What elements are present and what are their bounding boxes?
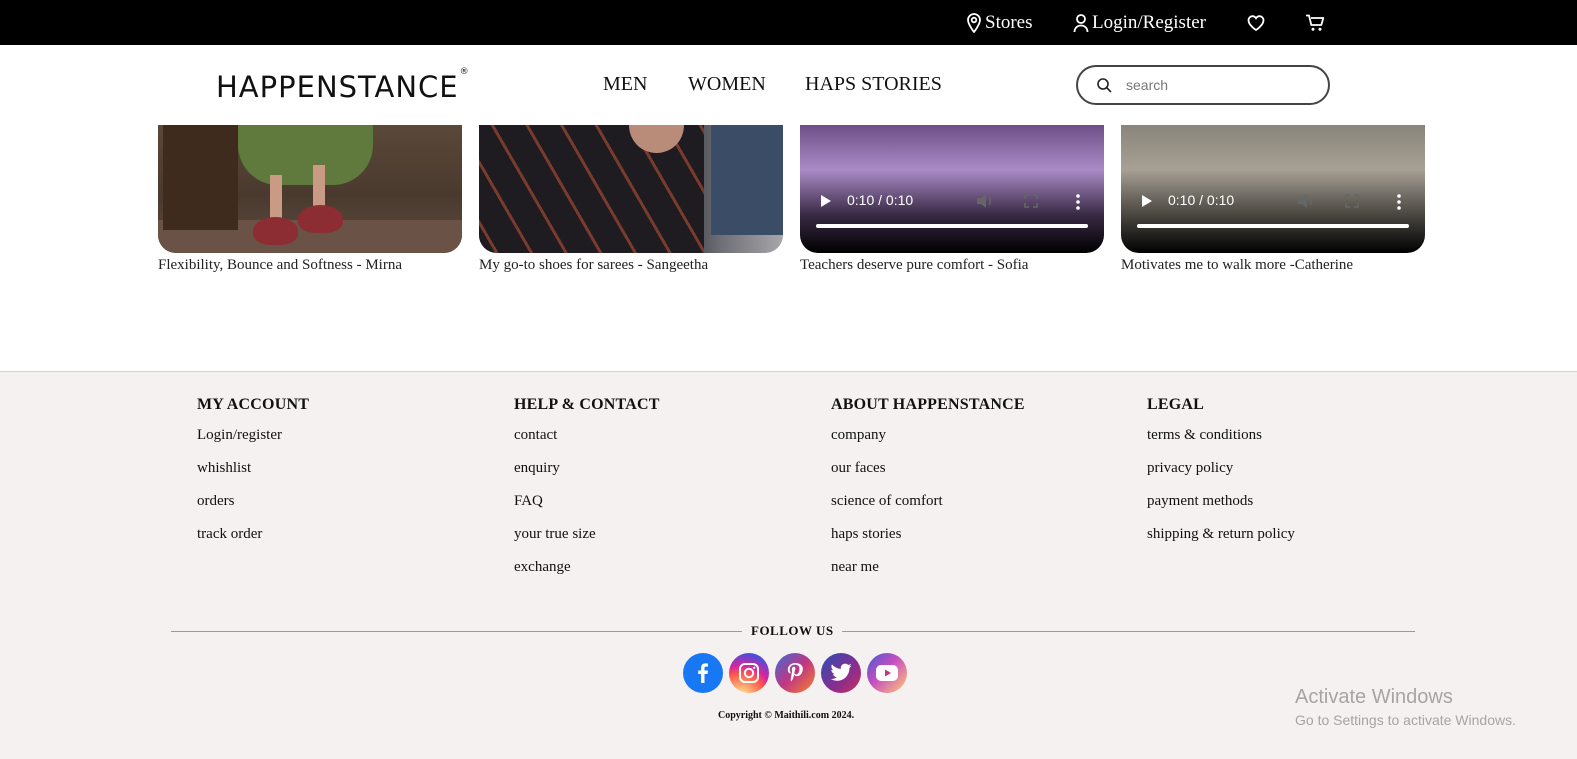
stores-label: Stores bbox=[985, 11, 1033, 33]
video-caption: Flexibility, Bounce and Softness - Mirna bbox=[158, 257, 402, 273]
login-register-label: Login/Register bbox=[1092, 11, 1206, 33]
nav-haps-stories[interactable]: HAPS STORIES bbox=[805, 73, 942, 96]
search-icon[interactable] bbox=[1096, 77, 1112, 93]
play-icon[interactable] bbox=[820, 194, 832, 208]
footer-link-track-order[interactable]: track order bbox=[197, 525, 309, 544]
footer-link-faq[interactable]: FAQ bbox=[514, 492, 660, 511]
nav-women[interactable]: WOMEN bbox=[688, 73, 766, 96]
more-options-icon[interactable] bbox=[1396, 194, 1402, 210]
video-time: 0:10 / 0:10 bbox=[847, 192, 914, 208]
divider bbox=[171, 631, 742, 632]
facebook-icon[interactable] bbox=[683, 653, 723, 693]
footer-link-true-size[interactable]: your true size bbox=[514, 525, 660, 544]
shoe-scene bbox=[298, 205, 343, 233]
footer-column-about: ABOUT HAPPENSTANCE company our faces sci… bbox=[831, 396, 1025, 591]
shoe-scene bbox=[253, 217, 298, 245]
video-tile-sangeetha[interactable] bbox=[479, 125, 783, 253]
search-input[interactable] bbox=[1126, 77, 1306, 93]
video-time: 0:10 / 0:10 bbox=[1168, 192, 1235, 208]
footer-link-orders[interactable]: orders bbox=[197, 492, 309, 511]
nav-men[interactable]: MEN bbox=[603, 73, 647, 96]
footer-heading: HELP & CONTACT bbox=[514, 396, 660, 413]
watermark-title: Activate Windows bbox=[1295, 686, 1453, 708]
instagram-icon[interactable] bbox=[729, 653, 769, 693]
footer-link-payment-methods[interactable]: payment methods bbox=[1147, 492, 1295, 511]
footer-heading: MY ACCOUNT bbox=[197, 396, 310, 413]
twitter-icon[interactable] bbox=[821, 653, 861, 693]
footer-link-shipping-return[interactable]: shipping & return policy bbox=[1147, 525, 1295, 544]
cushion-scene bbox=[711, 125, 783, 235]
video-tile-sofia[interactable]: 0:10 / 0:10 bbox=[800, 125, 1104, 253]
cart-icon bbox=[1306, 14, 1325, 31]
video-progress-bar[interactable] bbox=[816, 224, 1088, 228]
location-pin-icon bbox=[967, 12, 981, 33]
footer-heading: LEGAL bbox=[1147, 396, 1205, 413]
video-tile-mirna[interactable] bbox=[158, 125, 462, 253]
footer-link-haps-stories[interactable]: haps stories bbox=[831, 525, 1025, 544]
video-controls: 0:10 / 0:10 bbox=[800, 183, 1104, 253]
footer-link-terms[interactable]: terms & conditions bbox=[1147, 426, 1295, 445]
site-footer: MY ACCOUNT Login/register whishlist orde… bbox=[0, 371, 1577, 759]
follow-us-label: FOLLOW US bbox=[751, 623, 834, 638]
main-header: HAPPENSTANCE® MEN WOMEN HAPS STORIES bbox=[0, 45, 1577, 125]
logo-text: HAPPENSTANCE bbox=[216, 70, 459, 104]
footer-link-science-of-comfort[interactable]: science of comfort bbox=[831, 492, 1025, 511]
volume-icon[interactable] bbox=[1297, 193, 1315, 209]
video-progress-bar[interactable] bbox=[1137, 224, 1409, 228]
stores-link[interactable]: Stores bbox=[966, 0, 1033, 45]
video-tile-catherine[interactable]: 0:10 / 0:10 bbox=[1121, 125, 1425, 253]
more-options-icon[interactable] bbox=[1075, 194, 1081, 210]
user-icon bbox=[1073, 13, 1089, 32]
heart-icon bbox=[1247, 14, 1265, 31]
footer-link-near-me[interactable]: near me bbox=[831, 558, 1025, 577]
play-icon[interactable] bbox=[1141, 194, 1153, 208]
fullscreen-icon[interactable] bbox=[1345, 194, 1359, 208]
footer-column-my-account: MY ACCOUNT Login/register whishlist orde… bbox=[197, 396, 309, 558]
divider bbox=[842, 631, 1415, 632]
footer-link-enquiry[interactable]: enquiry bbox=[514, 459, 660, 478]
footer-link-exchange[interactable]: exchange bbox=[514, 558, 660, 577]
brand-logo[interactable]: HAPPENSTANCE® bbox=[216, 67, 470, 104]
chair-scene bbox=[163, 125, 238, 230]
footer-link-contact[interactable]: contact bbox=[514, 426, 660, 445]
watermark-subtitle: Go to Settings to activate Windows. bbox=[1295, 712, 1516, 728]
footer-link-privacy[interactable]: privacy policy bbox=[1147, 459, 1295, 478]
login-register-link[interactable]: Login/Register bbox=[1073, 0, 1206, 45]
footer-link-company[interactable]: company bbox=[831, 426, 1025, 445]
windows-activation-watermark: Activate Windows Go to Settings to activ… bbox=[1295, 686, 1516, 728]
wishlist-button[interactable] bbox=[1247, 0, 1268, 45]
video-caption: Teachers deserve pure comfort - Sofia bbox=[800, 257, 1029, 273]
cart-button[interactable] bbox=[1305, 0, 1328, 45]
video-caption: My go-to shoes for sarees - Sangeetha bbox=[479, 257, 709, 273]
dress-scene bbox=[238, 125, 373, 185]
pinterest-icon[interactable] bbox=[775, 653, 815, 693]
footer-column-help-contact: HELP & CONTACT contact enquiry FAQ your … bbox=[514, 396, 660, 591]
top-utility-bar: Stores Login/Register bbox=[0, 0, 1577, 45]
youtube-icon[interactable] bbox=[867, 653, 907, 693]
video-controls: 0:10 / 0:10 bbox=[1121, 183, 1425, 253]
footer-link-our-faces[interactable]: our faces bbox=[831, 459, 1025, 478]
registered-mark: ® bbox=[459, 67, 470, 77]
footer-heading: ABOUT HAPPENSTANCE bbox=[831, 396, 1025, 413]
video-caption: Motivates me to walk more -Catherine bbox=[1121, 257, 1354, 273]
fullscreen-icon[interactable] bbox=[1024, 194, 1038, 208]
search-box bbox=[1076, 65, 1330, 105]
copyright-text: Copyright © Maithili.com 2024. bbox=[718, 710, 855, 721]
footer-link-login-register[interactable]: Login/register bbox=[197, 426, 309, 445]
footer-link-wishlist[interactable]: whishlist bbox=[197, 459, 309, 478]
volume-icon[interactable] bbox=[976, 193, 994, 209]
footer-column-legal: LEGAL terms & conditions privacy policy … bbox=[1147, 396, 1295, 558]
